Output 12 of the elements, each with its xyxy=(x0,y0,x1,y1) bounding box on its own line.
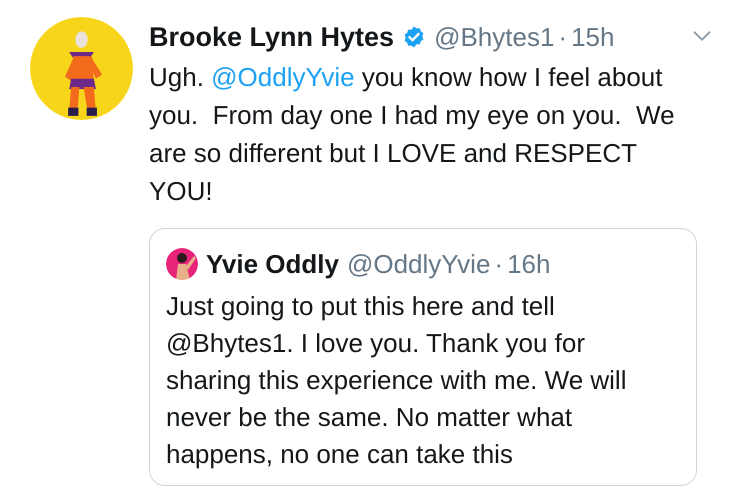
quoted-tweet-text: Just going to put this here and tell @Bhytes1. I love you. Thank you for sharing this experience with me. We will never be the same. No matter what happens, no one can take this xyxy=(166,290,628,470)
separator-dot: · xyxy=(558,20,568,54)
mention-link[interactable]: @OddlyYvie xyxy=(211,62,355,92)
display-name: Brooke Lynn Hytes xyxy=(149,21,394,54)
timestamp: 16h xyxy=(507,248,550,280)
user-handle: @OddlyYvie xyxy=(346,248,490,280)
display-name: Yvie Oddly xyxy=(206,248,339,280)
user-handle: @Bhytes1 xyxy=(434,20,554,54)
timestamp: 15h xyxy=(571,20,614,54)
separator-dot: · xyxy=(494,248,504,280)
tweet-text: Ugh. @OddlyYvie you know how I feel about you. From day one I had my eye on you. We are so different but I LOVE and RESPECT YOU! xyxy=(149,60,676,208)
quoted-tweet-card[interactable] xyxy=(149,228,697,486)
